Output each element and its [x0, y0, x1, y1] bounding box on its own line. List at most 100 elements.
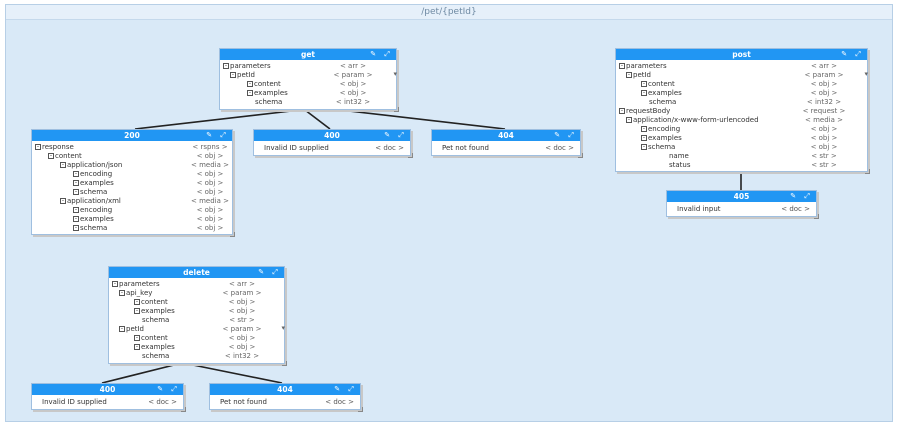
- doc-row[interactable]: Pet not found < doc >: [210, 395, 360, 409]
- row-item[interactable]: - content < obj >: [35, 152, 229, 161]
- collapse-toggle-icon[interactable]: -: [119, 290, 125, 296]
- row-item[interactable]: - examples < obj >: [619, 134, 864, 143]
- resize-grip[interactable]: [408, 153, 413, 158]
- row-item[interactable]: - parameters < arr >: [619, 62, 864, 71]
- collapse-toggle-icon[interactable]: -: [641, 126, 647, 132]
- collapse-toggle-icon[interactable]: -: [60, 198, 66, 204]
- node-delete-400[interactable]: 400 ✎ ⤢ Invalid ID supplied < doc >: [31, 383, 186, 412]
- resize-grip[interactable]: [282, 361, 287, 366]
- edit-expand-icons[interactable]: ✎ ⤢: [334, 384, 357, 395]
- edit-expand-icons[interactable]: ✎ ⤢: [157, 384, 180, 395]
- node-get-400[interactable]: 400 ✎ ⤢ Invalid ID supplied < doc >: [253, 129, 413, 158]
- collapse-toggle-icon[interactable]: -: [134, 308, 140, 314]
- row-item[interactable]: - response < rspns >: [35, 143, 229, 152]
- node-delete-404[interactable]: 404 ✎ ⤢ Pet not found < doc >: [209, 383, 363, 412]
- collapse-toggle-icon[interactable]: -: [619, 108, 625, 114]
- collapse-toggle-icon[interactable]: -: [119, 326, 125, 332]
- doc-row[interactable]: Invalid ID supplied < doc >: [254, 141, 410, 155]
- resize-grip[interactable]: [814, 214, 819, 219]
- row-item[interactable]: - petId < param > ▾: [619, 70, 868, 80]
- row-item[interactable]: - schema < obj >: [35, 188, 229, 197]
- node-delete[interactable]: delete ✎ ⤢ - parameters < arr > - api_key < p…: [108, 266, 287, 366]
- collapse-toggle-icon[interactable]: -: [641, 81, 647, 87]
- collapse-toggle-icon[interactable]: -: [112, 281, 118, 287]
- row-item[interactable]: - schema < obj >: [35, 224, 229, 233]
- doc-row[interactable]: Pet not found < doc >: [432, 141, 580, 155]
- collapse-toggle-icon[interactable]: -: [626, 117, 632, 123]
- collapse-toggle-icon[interactable]: -: [641, 144, 647, 150]
- collapse-toggle-icon[interactable]: -: [641, 135, 647, 141]
- row-item[interactable]: - petId < param > ▾: [223, 70, 397, 80]
- collapse-toggle-icon[interactable]: -: [35, 144, 41, 150]
- resize-grip[interactable]: [865, 169, 870, 174]
- row-item[interactable]: - parameters < arr >: [112, 280, 281, 289]
- row-item[interactable]: schema < int32 >: [112, 352, 281, 361]
- collapse-toggle-icon[interactable]: -: [60, 162, 66, 168]
- row-item[interactable]: - petId < param > ▾: [112, 324, 285, 334]
- row-item[interactable]: - content < obj >: [223, 80, 393, 89]
- edit-expand-icons[interactable]: ✎ ⤢: [370, 49, 393, 60]
- row-item[interactable]: - application/xml < media >: [35, 197, 229, 206]
- row-item[interactable]: schema < int32 >: [223, 98, 393, 107]
- row-item[interactable]: - encoding < obj >: [35, 170, 229, 179]
- edit-expand-icons[interactable]: ✎ ⤢: [258, 267, 281, 278]
- edit-expand-icons[interactable]: ✎ ⤢: [206, 130, 229, 141]
- row-item[interactable]: - content < obj >: [112, 298, 281, 307]
- row-item[interactable]: - encoding < obj >: [35, 206, 229, 215]
- collapse-toggle-icon[interactable]: -: [73, 171, 79, 177]
- edit-expand-icons[interactable]: ✎ ⤢: [790, 191, 813, 202]
- row-item[interactable]: - application/json < media >: [35, 161, 229, 170]
- row-item[interactable]: schema < str >: [112, 316, 281, 325]
- collapse-toggle-icon[interactable]: -: [48, 153, 54, 159]
- row-item[interactable]: status < str >: [619, 161, 864, 170]
- collapse-toggle-icon[interactable]: -: [134, 299, 140, 305]
- node-post-405[interactable]: 405 ✎ ⤢ Invalid input < doc >: [666, 190, 819, 219]
- collapse-toggle-icon[interactable]: -: [73, 189, 79, 195]
- resize-grip[interactable]: [358, 407, 363, 412]
- node-get-404[interactable]: 404 ✎ ⤢ Pet not found < doc >: [431, 129, 583, 158]
- collapse-toggle-icon[interactable]: -: [73, 207, 79, 213]
- doc-row[interactable]: Invalid input < doc >: [667, 202, 816, 216]
- node-response-200[interactable]: 200 ✎ ⤢ - response < rspns > - content < obj …: [31, 129, 235, 237]
- collapse-toggle-icon[interactable]: -: [619, 63, 625, 69]
- collapse-toggle-icon[interactable]: -: [73, 216, 79, 222]
- edit-expand-icons[interactable]: ✎ ⤢: [841, 49, 864, 60]
- row-item[interactable]: - parameters < arr >: [223, 62, 393, 71]
- row-item[interactable]: - schema < obj >: [619, 143, 864, 152]
- row-item[interactable]: name < str >: [619, 152, 864, 161]
- collapse-toggle-icon[interactable]: -: [134, 344, 140, 350]
- row-item[interactable]: - content < obj >: [112, 334, 281, 343]
- node-get[interactable]: get ✎ ⤢ - parameters < arr > - petId < param …: [219, 48, 399, 112]
- edit-expand-icons[interactable]: ✎ ⤢: [554, 130, 577, 141]
- chevron-down-icon[interactable]: ▾: [281, 324, 285, 333]
- resize-grip[interactable]: [394, 107, 399, 112]
- row-item[interactable]: - api_key < param >: [112, 289, 281, 298]
- diagram-canvas[interactable]: /pet/{petId} get ✎ ⤢ - parameters < arr > -…: [0, 0, 899, 428]
- row-item[interactable]: - application/x-www-form-urlencoded < medi…: [619, 116, 864, 125]
- collapse-toggle-icon[interactable]: -: [641, 90, 647, 96]
- row-item[interactable]: - examples < obj >: [35, 179, 229, 188]
- row-item[interactable]: - requestBody < request >: [619, 107, 864, 116]
- row-item[interactable]: - examples < obj >: [619, 89, 864, 98]
- collapse-toggle-icon[interactable]: -: [247, 90, 253, 96]
- chevron-down-icon[interactable]: ▾: [393, 70, 397, 79]
- row-item[interactable]: - examples < obj >: [112, 307, 281, 316]
- doc-row[interactable]: Invalid ID supplied < doc >: [32, 395, 183, 409]
- row-item[interactable]: - examples < obj >: [112, 343, 281, 352]
- collapse-toggle-icon[interactable]: -: [73, 180, 79, 186]
- collapse-toggle-icon[interactable]: -: [247, 81, 253, 87]
- collapse-toggle-icon[interactable]: -: [230, 72, 236, 78]
- chevron-down-icon[interactable]: ▾: [864, 70, 868, 79]
- collapse-toggle-icon[interactable]: -: [73, 225, 79, 231]
- edit-expand-icons[interactable]: ✎ ⤢: [384, 130, 407, 141]
- resize-grip[interactable]: [230, 232, 235, 237]
- collapse-toggle-icon[interactable]: -: [134, 335, 140, 341]
- collapse-toggle-icon[interactable]: -: [223, 63, 229, 69]
- resize-grip[interactable]: [181, 407, 186, 412]
- node-post[interactable]: post ✎ ⤢ - parameters < arr > - petId < param…: [615, 48, 870, 174]
- row-item[interactable]: - encoding < obj >: [619, 125, 864, 134]
- row-item[interactable]: - content < obj >: [619, 80, 864, 89]
- row-item[interactable]: - examples < obj >: [35, 215, 229, 224]
- row-item[interactable]: schema < int32 >: [619, 98, 864, 107]
- collapse-toggle-icon[interactable]: -: [626, 72, 632, 78]
